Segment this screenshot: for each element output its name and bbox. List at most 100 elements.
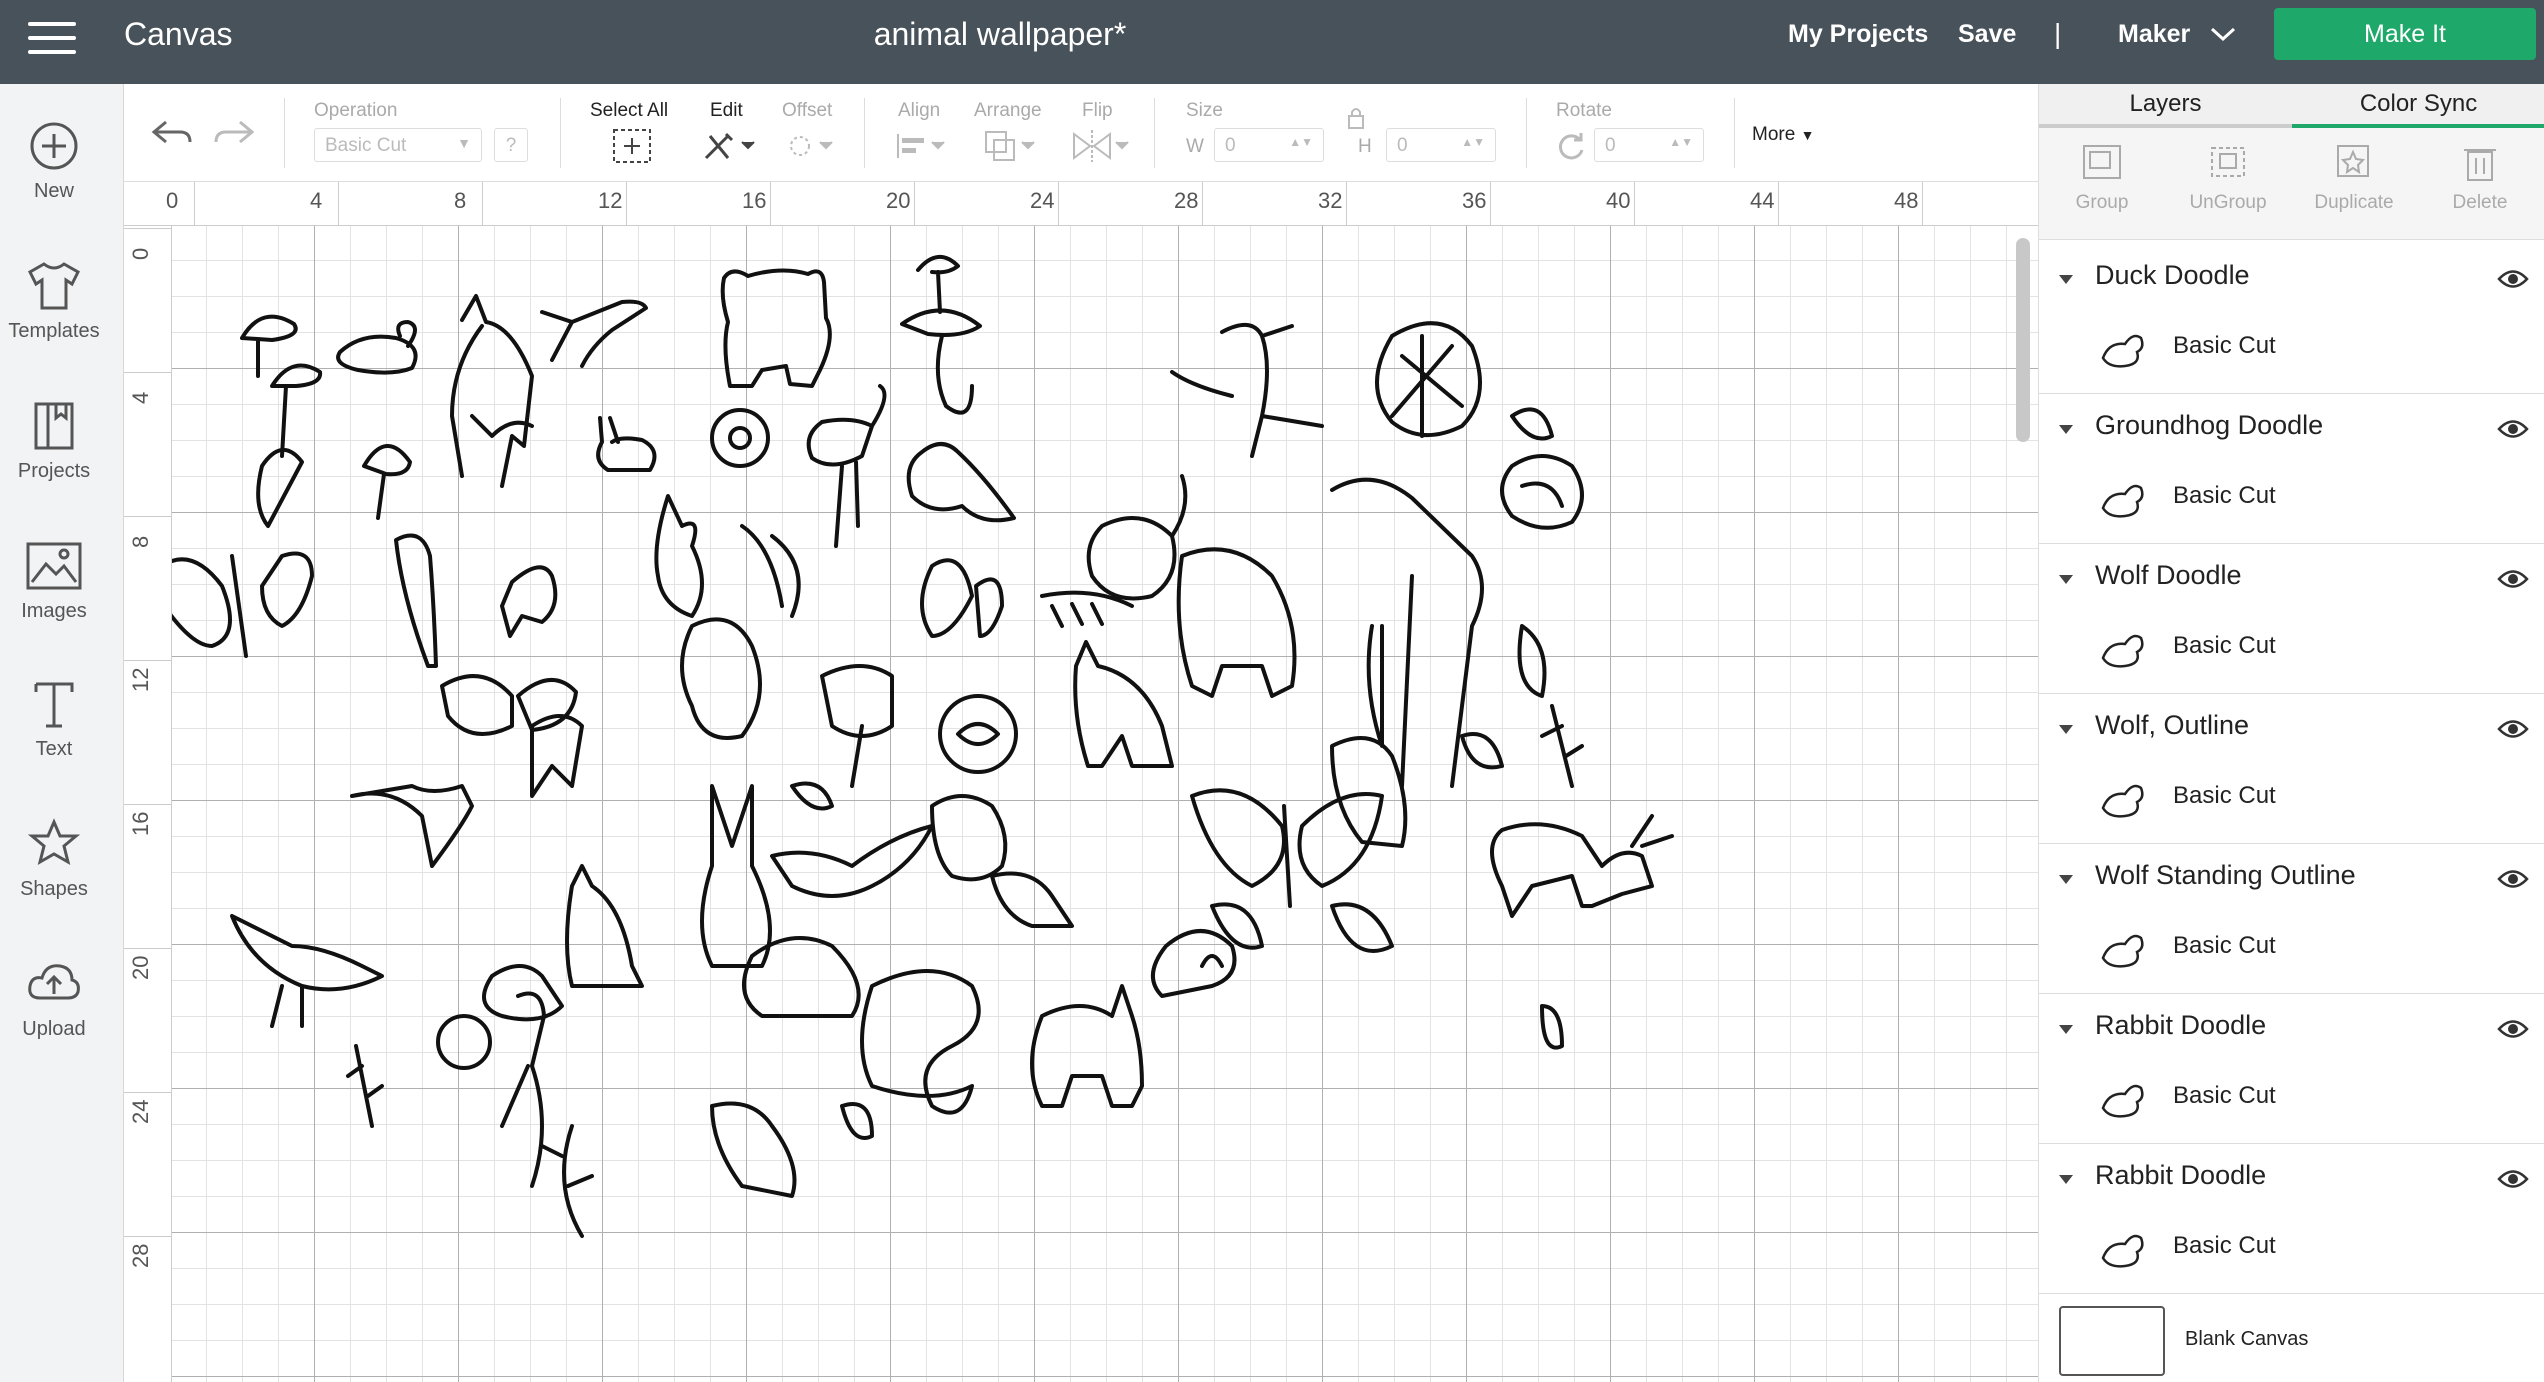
- sidebar-item-text[interactable]: Text: [0, 676, 108, 761]
- wolf-icon: [1073, 640, 1174, 768]
- layer-name: Groundhog Doodle: [2095, 410, 2324, 440]
- duplicate-button[interactable]: Duplicate: [2291, 128, 2417, 240]
- chevron-down-icon[interactable]: [2057, 872, 2075, 886]
- layer-row[interactable]: Duck Doodle Basic Cut: [2039, 244, 2544, 394]
- butterfly-icon: [920, 558, 1004, 638]
- layer-row[interactable]: Rabbit Doodle Basic Cut: [2039, 1144, 2544, 1294]
- sidebar-item-new[interactable]: New: [0, 118, 108, 203]
- delete-button[interactable]: Delete: [2417, 128, 2543, 240]
- plus-circle-icon: [30, 122, 78, 170]
- eye-icon[interactable]: [2497, 868, 2529, 890]
- bird-icon: [906, 442, 1016, 523]
- layer-row[interactable]: Rabbit Doodle Basic Cut: [2039, 994, 2544, 1144]
- document-title[interactable]: animal wallpaper*: [0, 16, 2000, 53]
- ruler-tick-label: 20: [128, 955, 153, 980]
- rotate-icon[interactable]: [1554, 130, 1588, 162]
- eye-icon[interactable]: [2497, 1168, 2529, 1190]
- tab-layers[interactable]: Layers: [2039, 84, 2292, 128]
- artwork-layer[interactable]: [172, 226, 2038, 1382]
- ruler-tick: [1490, 182, 1491, 226]
- flip-icon[interactable]: [1070, 128, 1132, 164]
- sidebar-label: Upload: [22, 1018, 86, 1040]
- ruler-tick-label: 24: [1030, 188, 1055, 213]
- tab-color-sync[interactable]: Color Sync: [2292, 84, 2544, 128]
- undo-icon[interactable]: [150, 116, 194, 150]
- ruler-tick: [124, 372, 172, 373]
- swan-icon: [1086, 474, 1188, 601]
- select-all-label: Select All: [590, 100, 669, 121]
- ruler-tick: [124, 804, 172, 805]
- chevron-down-icon[interactable]: [2057, 1022, 2075, 1036]
- sidebar-item-upload[interactable]: Upload: [0, 956, 108, 1041]
- help-button[interactable]: ?: [494, 128, 528, 162]
- edit-tools-icon[interactable]: [702, 128, 762, 164]
- height-input[interactable]: 0 ▲▼: [1386, 128, 1496, 162]
- offset-icon[interactable]: [784, 130, 840, 162]
- machine-selector[interactable]: Maker: [2118, 20, 2190, 49]
- sidebar-label: Projects: [17, 460, 91, 482]
- select-all-icon[interactable]: [612, 128, 652, 164]
- chevron-down-icon[interactable]: [2057, 1172, 2075, 1186]
- eye-icon[interactable]: [2497, 418, 2529, 440]
- more-menu[interactable]: More ▼: [1752, 124, 1814, 146]
- lock-icon[interactable]: [1346, 106, 1366, 130]
- blank-canvas-swatch[interactable]: [2059, 1306, 2165, 1376]
- redo-icon[interactable]: [212, 116, 256, 150]
- ruler-tick-label: 12: [128, 667, 153, 692]
- chevron-down-icon[interactable]: [2210, 24, 2236, 44]
- layer-thumbnail-icon: [2101, 1234, 2144, 1268]
- chevron-down-icon[interactable]: [2057, 272, 2075, 286]
- my-projects-link[interactable]: My Projects: [1788, 20, 1928, 49]
- save-button[interactable]: Save: [1958, 20, 2016, 49]
- fox-curled-icon: [1500, 454, 1584, 530]
- layer-row[interactable]: Groundhog Doodle Basic Cut: [2039, 394, 2544, 544]
- monarch-butterfly-icon: [1190, 788, 1384, 908]
- ruler-tick-label: 8: [454, 188, 467, 213]
- sidebar-item-images[interactable]: Images: [0, 538, 108, 623]
- ungroup-button[interactable]: UnGroup: [2165, 128, 2291, 240]
- ungroup-icon: [2211, 147, 2245, 177]
- ruler-tick-label: 16: [128, 811, 153, 836]
- ruler-tick-label: 36: [1462, 188, 1487, 213]
- layer-row[interactable]: Wolf Standing Outline Basic Cut: [2039, 844, 2544, 994]
- ruler-tick-label: 24: [128, 1099, 153, 1124]
- operation-label: Operation: [314, 100, 398, 121]
- eye-icon[interactable]: [2497, 268, 2529, 290]
- layer-row[interactable]: Wolf, Outline Basic Cut: [2039, 694, 2544, 844]
- sidebar-item-templates[interactable]: Templates: [0, 258, 108, 343]
- eye-icon[interactable]: [2497, 568, 2529, 590]
- operation-select[interactable]: Basic Cut ▼: [314, 128, 482, 162]
- sidebar-item-projects[interactable]: Projects: [0, 398, 108, 483]
- rose-icon: [938, 694, 1018, 774]
- eye-icon[interactable]: [2497, 1018, 2529, 1040]
- ruler-tick: [1634, 182, 1635, 226]
- chevron-down-icon[interactable]: [2057, 572, 2075, 586]
- groundhog-icon: [930, 794, 1008, 882]
- layer-operation: Basic Cut: [2173, 1232, 2276, 1259]
- design-canvas[interactable]: [172, 226, 2038, 1382]
- deer-icon: [1490, 814, 1674, 918]
- canvas-scrollbar[interactable]: [2016, 238, 2030, 442]
- make-it-button[interactable]: Make It: [2274, 8, 2536, 60]
- layer-thumbnail-icon: [2101, 634, 2144, 668]
- image-icon: [26, 542, 82, 590]
- chevron-down-icon[interactable]: [2057, 722, 2075, 736]
- sidebar-item-shapes[interactable]: Shapes: [0, 816, 108, 901]
- trash-icon: [2464, 149, 2496, 181]
- arrange-icon[interactable]: [982, 128, 1042, 164]
- group-button[interactable]: Group: [2039, 128, 2165, 240]
- ruler-tick-label: 44: [1750, 188, 1775, 213]
- width-input[interactable]: 0 ▲▼: [1214, 128, 1324, 162]
- rotate-input[interactable]: 0 ▲▼: [1594, 128, 1704, 162]
- chevron-down-icon[interactable]: [2057, 422, 2075, 436]
- text-icon: [34, 682, 74, 728]
- align-icon[interactable]: [894, 130, 950, 162]
- layer-row[interactable]: Wolf Doodle Basic Cut: [2039, 544, 2544, 694]
- eye-icon[interactable]: [2497, 718, 2529, 740]
- layer-tools: Group UnGroup Duplicate Delete: [2039, 128, 2544, 240]
- height-value: 0: [1397, 135, 1408, 156]
- cloud-upload-icon: [28, 964, 80, 1000]
- edit-label: Edit: [710, 100, 743, 121]
- group-icon: [2083, 145, 2121, 179]
- hummingbird-icon: [540, 299, 648, 368]
